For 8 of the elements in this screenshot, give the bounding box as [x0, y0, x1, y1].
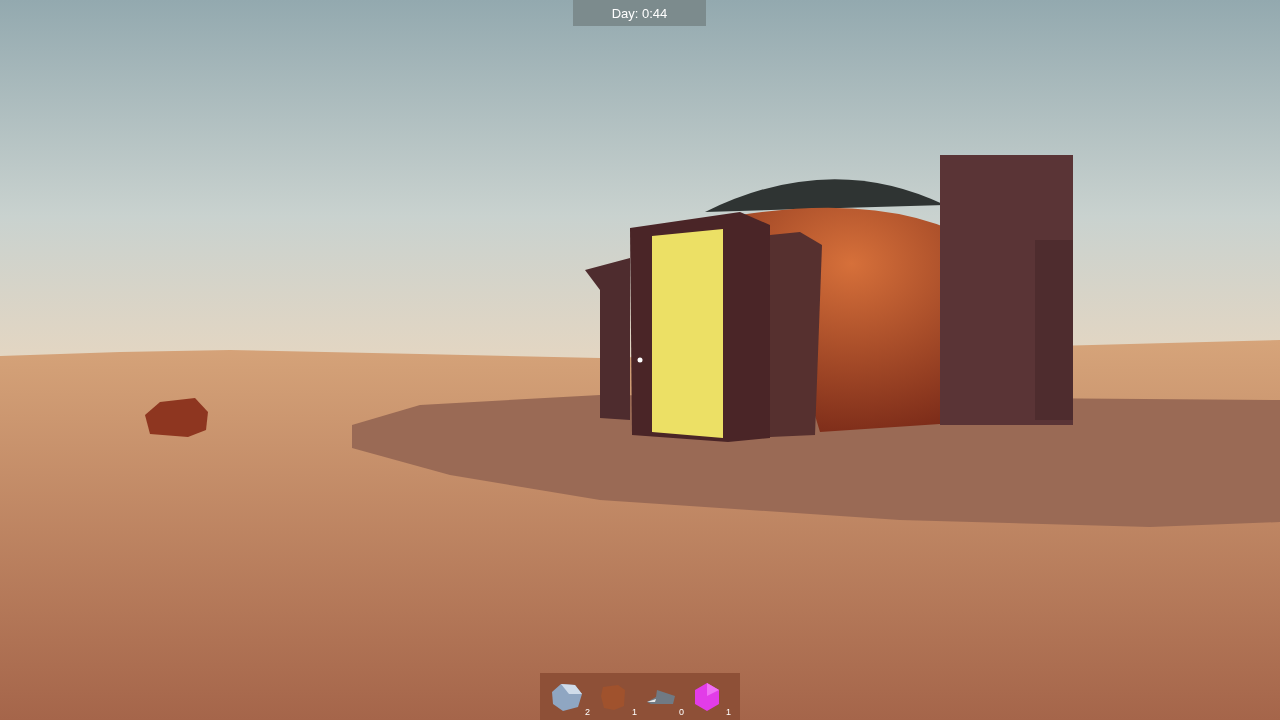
item-count: 0 — [679, 706, 684, 717]
item-count: 1 — [632, 706, 637, 717]
rock-drawing — [145, 398, 208, 437]
crosshair-dot — [637, 357, 643, 363]
item-count: 1 — [726, 706, 731, 717]
item-count: 2 — [585, 706, 590, 717]
crystal-icon — [549, 681, 583, 712]
day-timer: Day: 0:44 — [573, 0, 706, 26]
